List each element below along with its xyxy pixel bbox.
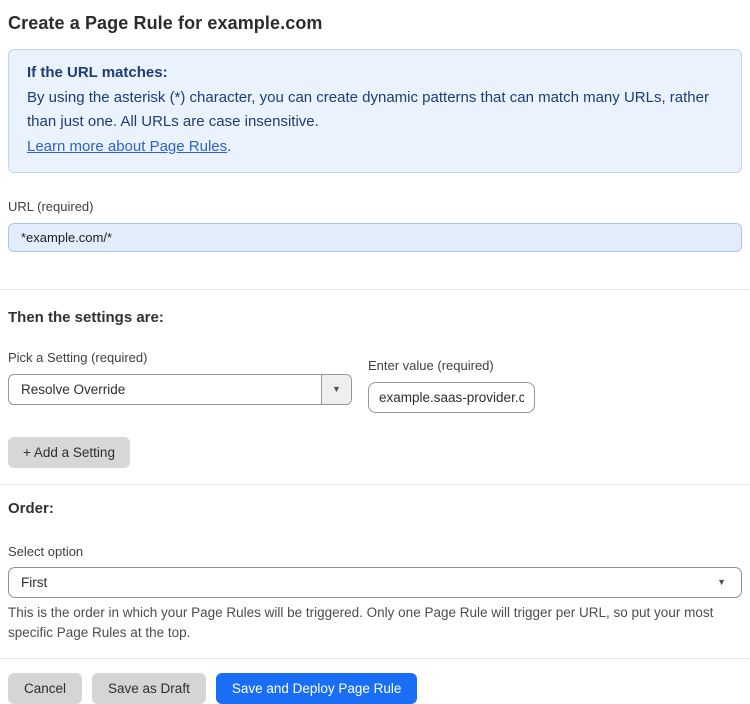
enter-value-label: Enter value (required): [368, 358, 494, 373]
url-match-info-box: If the URL matches: By using the asteris…: [8, 49, 742, 173]
learn-more-link[interactable]: Learn more about Page Rules: [27, 138, 227, 155]
save-and-deploy-button[interactable]: Save and Deploy Page Rule: [215, 673, 418, 704]
info-box-heading: If the URL matches:: [27, 64, 168, 81]
order-section-heading: Order:: [8, 500, 54, 517]
chevron-down-icon: ▼: [332, 384, 341, 394]
link-suffix: .: [227, 137, 232, 155]
setting-row: Pick a Setting (required) Resolve Overri…: [8, 350, 742, 413]
cancel-button[interactable]: Cancel: [8, 673, 83, 704]
order-help-text: This is the order in which your Page Rul…: [8, 605, 714, 640]
info-box-link-line: Learn more about Page Rules.: [27, 135, 723, 160]
order-select-value: First: [21, 575, 48, 590]
create-page-rule-panel: Create a Page Rule for example.com If th…: [0, 13, 750, 704]
page-title: Create a Page Rule for example.com: [8, 13, 323, 33]
dropdown-arrow-button[interactable]: ▼: [321, 375, 351, 404]
divider: [0, 658, 750, 659]
enter-value-column: Enter value (required): [368, 350, 535, 413]
order-select-dropdown[interactable]: First ▼: [8, 567, 742, 598]
setting-value-input[interactable]: [368, 382, 535, 413]
url-field-label: URL (required): [8, 199, 94, 214]
info-box-body: By using the asterisk (*) character, you…: [27, 88, 709, 131]
pick-setting-column: Pick a Setting (required) Resolve Overri…: [8, 350, 352, 405]
order-select-label: Select option: [8, 544, 84, 559]
divider: [0, 484, 750, 485]
pick-setting-dropdown[interactable]: Resolve Override ▼: [8, 374, 352, 405]
pick-setting-label: Pick a Setting (required): [8, 350, 148, 365]
url-input[interactable]: [8, 223, 742, 252]
divider: [0, 289, 750, 290]
chevron-down-icon: ▼: [717, 577, 726, 587]
footer-actions: Cancel Save as Draft Save and Deploy Pag…: [8, 673, 742, 704]
settings-section-heading: Then the settings are:: [8, 309, 164, 326]
save-as-draft-button[interactable]: Save as Draft: [92, 673, 206, 704]
add-setting-button[interactable]: + Add a Setting: [8, 437, 130, 468]
pick-setting-dropdown-value: Resolve Override: [21, 382, 126, 397]
